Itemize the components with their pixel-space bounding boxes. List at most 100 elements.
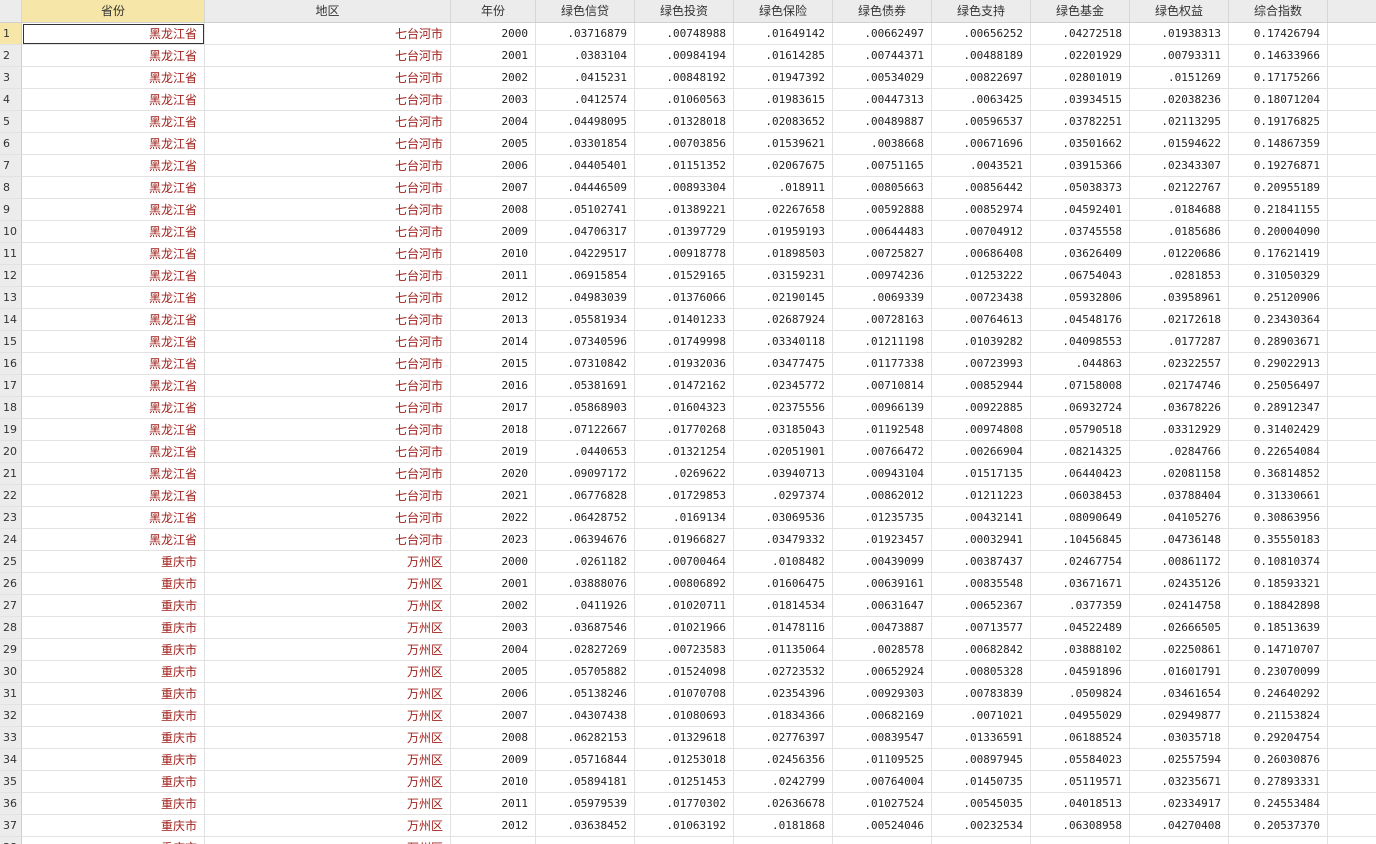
table-cell[interactable]: .04955029 — [1031, 705, 1130, 727]
row-number[interactable]: 38 — [0, 837, 22, 844]
table-cell[interactable]: .02666505 — [1130, 617, 1229, 639]
table-cell[interactable]: 2015 — [451, 353, 536, 375]
table-cell[interactable]: 七台河市 — [205, 177, 451, 199]
table-cell[interactable]: 0.25056497 — [1229, 375, 1328, 397]
table-cell[interactable]: .02322557 — [1130, 353, 1229, 375]
table-cell[interactable]: 2023 — [451, 529, 536, 551]
row-number[interactable]: 26 — [0, 573, 22, 595]
table-cell[interactable]: .00488189 — [932, 45, 1031, 67]
table-cell[interactable]: 黑龙江省 — [22, 375, 205, 397]
table-cell[interactable]: .05119571 — [1031, 771, 1130, 793]
table-cell[interactable]: .05581934 — [536, 309, 635, 331]
table-cell[interactable]: .00766472 — [833, 441, 932, 463]
table-cell[interactable]: .01938313 — [1130, 23, 1229, 45]
table-cell[interactable]: .02343307 — [1130, 155, 1229, 177]
table-cell[interactable]: .03185043 — [734, 419, 833, 441]
row-number[interactable]: 3 — [0, 67, 22, 89]
table-cell[interactable]: .01517135 — [932, 463, 1031, 485]
table-cell[interactable]: 重庆市 — [22, 595, 205, 617]
table-cell[interactable]: 万州区 — [205, 595, 451, 617]
table-cell[interactable]: .01253222 — [932, 265, 1031, 287]
table-cell[interactable]: .0415231 — [536, 67, 635, 89]
table-row[interactable]: 27 重庆市 万州区 2002.0411926.01020711.01814534.0… — [0, 595, 1376, 617]
table-cell[interactable]: 万州区 — [205, 727, 451, 749]
table-cell[interactable]: 0.10810374 — [1229, 551, 1328, 573]
table-cell[interactable]: 2000 — [451, 551, 536, 573]
table-cell[interactable]: .01109525 — [833, 749, 932, 771]
table-cell[interactable]: 重庆市 — [22, 727, 205, 749]
table-row[interactable]: 28 重庆市 万州区 2003.03687546.01021966.0147811б.… — [0, 617, 1376, 639]
table-cell[interactable]: .00723993 — [932, 353, 1031, 375]
table-cell[interactable]: .04405401 — [536, 155, 635, 177]
table-cell[interactable]: 黑龙江省 — [22, 353, 205, 375]
table-cell[interactable]: .00704912 — [932, 221, 1031, 243]
table-cell[interactable]: .0242799 — [734, 771, 833, 793]
row-number[interactable]: 2 — [0, 45, 22, 67]
table-cell[interactable]: .01376066 — [635, 287, 734, 309]
table-cell[interactable]: 0.29022913 — [1229, 353, 1328, 375]
table-cell[interactable]: 黑龙江省 — [22, 265, 205, 287]
table-cell[interactable]: 2013 — [451, 309, 536, 331]
table-cell[interactable]: .0043521 — [932, 155, 1031, 177]
table-cell[interactable]: 七台河市 — [205, 45, 451, 67]
table-cell[interactable]: 2012 — [451, 815, 536, 837]
table-cell[interactable]: 2011 — [451, 793, 536, 815]
table-cell[interactable]: .05102741 — [536, 199, 635, 221]
table-cell[interactable]: 2006 — [451, 683, 536, 705]
row-number[interactable]: 18 — [0, 397, 22, 419]
table-cell[interactable]: .01235735 — [833, 507, 932, 529]
table-cell[interactable]: .03312929 — [1130, 419, 1229, 441]
table-cell[interactable]: 0.28903671 — [1229, 331, 1328, 353]
table-cell[interactable]: .02081158 — [1130, 463, 1229, 485]
column-header[interactable]: 地区 — [205, 0, 451, 22]
table-cell[interactable]: .06308958 — [1031, 815, 1130, 837]
column-header[interactable]: 绿色投资 — [635, 0, 734, 22]
table-cell[interactable]: .04229517 — [536, 243, 635, 265]
table-cell[interactable]: .00856442 — [932, 177, 1031, 199]
table-cell[interactable]: 2017 — [451, 397, 536, 419]
table-cell[interactable]: 重庆市 — [22, 771, 205, 793]
table-cell[interactable]: .01401233 — [635, 309, 734, 331]
table-cell[interactable]: 七台河市 — [205, 507, 451, 529]
table-cell[interactable]: .0185686 — [1130, 221, 1229, 243]
table-cell[interactable]: 0.14867359 — [1229, 133, 1328, 155]
table-cell[interactable]: .00725827 — [833, 243, 932, 265]
table-cell[interactable]: .03782251 — [1031, 111, 1130, 133]
table-cell[interactable]: .05138246 — [536, 683, 635, 705]
table-cell[interactable]: .00861172 — [1130, 551, 1229, 573]
table-cell[interactable] — [635, 837, 734, 844]
table-cell[interactable]: .01898503 — [734, 243, 833, 265]
table-cell[interactable]: .01135064 — [734, 639, 833, 661]
table-row[interactable]: 11 黑龙江省 七台河市 2010.04229517.00918778.0189850… — [0, 243, 1376, 265]
table-cell[interactable]: 0.35550183 — [1229, 529, 1328, 551]
table-cell[interactable]: 七台河市 — [205, 265, 451, 287]
table-row[interactable]: 21 黑龙江省 七台河市 2020.09097172.0269622.03940713… — [0, 463, 1376, 485]
table-cell[interactable]: .02776397 — [734, 727, 833, 749]
row-number[interactable]: 21 — [0, 463, 22, 485]
table-cell[interactable]: 2020 — [451, 463, 536, 485]
table-cell[interactable]: .00922885 — [932, 397, 1031, 419]
row-number[interactable]: 35 — [0, 771, 22, 793]
table-cell[interactable]: .00862012 — [833, 485, 932, 507]
table-row[interactable]: 12 黑龙江省 七台河市 2011.06915854.01529165.0315923… — [0, 265, 1376, 287]
table-cell[interactable]: .04736148 — [1130, 529, 1229, 551]
column-header[interactable]: 绿色债券 — [833, 0, 932, 22]
row-number[interactable]: 37 — [0, 815, 22, 837]
table-cell[interactable]: 2000 — [451, 23, 536, 45]
table-row[interactable]: 19 黑龙江省 七台河市 2018.07122667.01770268.0318504… — [0, 419, 1376, 441]
table-cell[interactable]: 2009 — [451, 749, 536, 771]
table-cell[interactable]: 0.28912347 — [1229, 397, 1328, 419]
table-cell[interactable]: .01770302 — [635, 793, 734, 815]
table-cell[interactable]: 黑龙江省 — [22, 133, 205, 155]
row-number[interactable]: 5 — [0, 111, 22, 133]
table-cell[interactable]: .03687546 — [536, 617, 635, 639]
table-cell[interactable]: .00723438 — [932, 287, 1031, 309]
table-cell[interactable]: .00748988 — [635, 23, 734, 45]
table-cell[interactable]: 黑龙江省 — [22, 397, 205, 419]
row-number[interactable]: 1 — [0, 23, 22, 45]
table-cell[interactable]: .00524046 — [833, 815, 932, 837]
table-cell[interactable]: 2014 — [451, 331, 536, 353]
table-cell[interactable]: 黑龙江省 — [22, 529, 205, 551]
table-cell[interactable]: .00929303 — [833, 683, 932, 705]
table-cell[interactable]: .04105276 — [1130, 507, 1229, 529]
